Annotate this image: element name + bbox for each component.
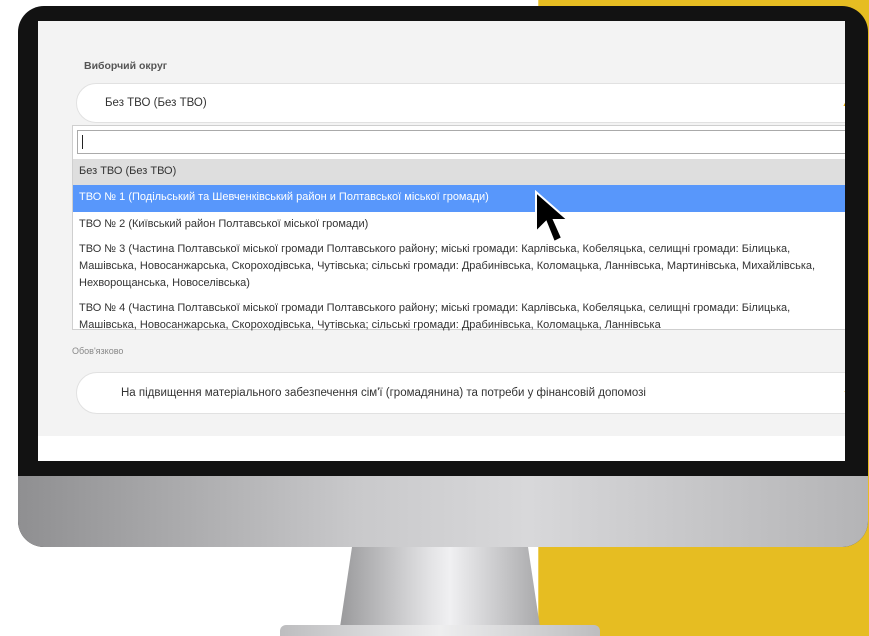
text-caret: [82, 135, 83, 149]
monitor-chin: [18, 476, 868, 547]
purpose-selected-value: На підвищення матеріального забезпечення…: [121, 387, 646, 399]
district-label: Виборчий округ: [84, 60, 168, 72]
chevron-down-icon: ▼: [843, 390, 845, 397]
option-district-3[interactable]: ТВО № 3 (Частина Полтавської міської гро…: [73, 237, 845, 296]
option-no-district[interactable]: Без ТВО (Без ТВО): [73, 159, 845, 185]
purpose-select[interactable]: На підвищення матеріального забезпечення…: [76, 372, 845, 414]
district-select[interactable]: Без ТВО (Без ТВО) ▲: [76, 83, 845, 123]
option-district-2[interactable]: ТВО № 2 (Київський район Полтавської міс…: [73, 212, 845, 237]
required-note: Обов'язково: [72, 346, 124, 356]
district-search-input[interactable]: [77, 130, 845, 154]
district-dropdown: Без ТВО (Без ТВО) ТВО № 1 (Подільський т…: [72, 125, 845, 331]
option-district-1[interactable]: ТВО № 1 (Подільський та Шевченківський р…: [73, 185, 845, 212]
screen-bottom-bezel: [18, 461, 868, 476]
monitor-frame: Виборчий округ Без ТВО (Без ТВО) ▲ Без Т…: [18, 6, 868, 547]
monitor-stand-base: [280, 625, 600, 636]
chevron-up-icon: ▲: [842, 101, 845, 108]
option-district-4[interactable]: ТВО № 4 (Частина Полтавської міської гро…: [73, 296, 845, 331]
district-selected-value: Без ТВО (Без ТВО): [105, 97, 207, 109]
monitor-screen: Виборчий округ Без ТВО (Без ТВО) ▲ Без Т…: [38, 21, 845, 461]
monitor-stand: [340, 547, 540, 627]
option-list: Без ТВО (Без ТВО) ТВО № 1 (Подільський т…: [73, 159, 845, 331]
mouse-cursor-icon: [535, 190, 571, 244]
